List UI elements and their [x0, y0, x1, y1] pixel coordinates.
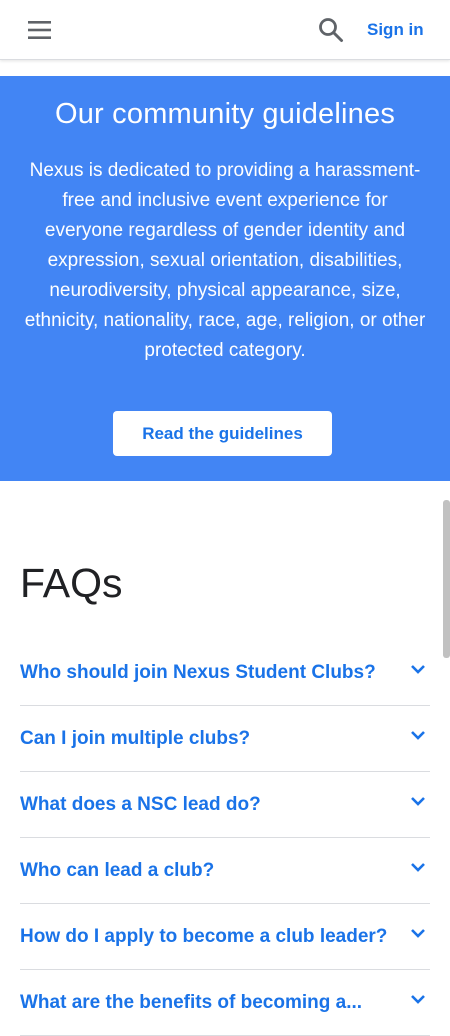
guidelines-title: Our community guidelines [54, 98, 396, 130]
faq-item[interactable]: How do I apply to become a club leader? [20, 904, 430, 970]
faq-item[interactable]: Who can lead a club? [20, 838, 430, 904]
top-app-bar: Sign in [0, 0, 450, 60]
faq-item[interactable]: Can I join multiple clubs? [20, 706, 430, 772]
chevron-down-icon [411, 995, 425, 1004]
read-guidelines-button[interactable]: Read the guidelines [113, 411, 332, 456]
faq-item[interactable]: What are the benefits of becoming a... [20, 970, 430, 1036]
scrollbar-thumb[interactable] [443, 500, 450, 658]
faq-question: Can I join multiple clubs? [20, 728, 251, 749]
sign-in-link[interactable]: Sign in [367, 20, 424, 40]
chevron-down-icon [411, 929, 425, 938]
hamburger-menu-icon [28, 21, 51, 39]
faq-question: What are the benefits of becoming a... [20, 992, 363, 1013]
guidelines-description: Nexus is dedicated to providing a harass… [24, 160, 426, 361]
faq-question: Who should join Nexus Student Clubs? [20, 662, 376, 683]
chevron-down-icon [411, 797, 425, 806]
search-button[interactable] [316, 15, 346, 45]
faq-heading: FAQs [20, 560, 123, 606]
chevron-down-icon [411, 731, 425, 740]
faq-list: Who should join Nexus Student Clubs? Can… [20, 640, 430, 1036]
chevron-down-icon [411, 863, 425, 872]
faq-item[interactable]: Who should join Nexus Student Clubs? [20, 640, 430, 706]
menu-button[interactable] [24, 18, 56, 42]
faq-item[interactable]: What does a NSC lead do? [20, 772, 430, 838]
faq-question: How do I apply to become a club leader? [20, 926, 388, 947]
faq-question: What does a NSC lead do? [20, 794, 261, 815]
community-guidelines-section: Our community guidelines Nexus is dedica… [0, 76, 450, 481]
chevron-down-icon [411, 665, 425, 674]
search-icon [319, 18, 343, 42]
faq-question: Who can lead a club? [20, 860, 215, 881]
